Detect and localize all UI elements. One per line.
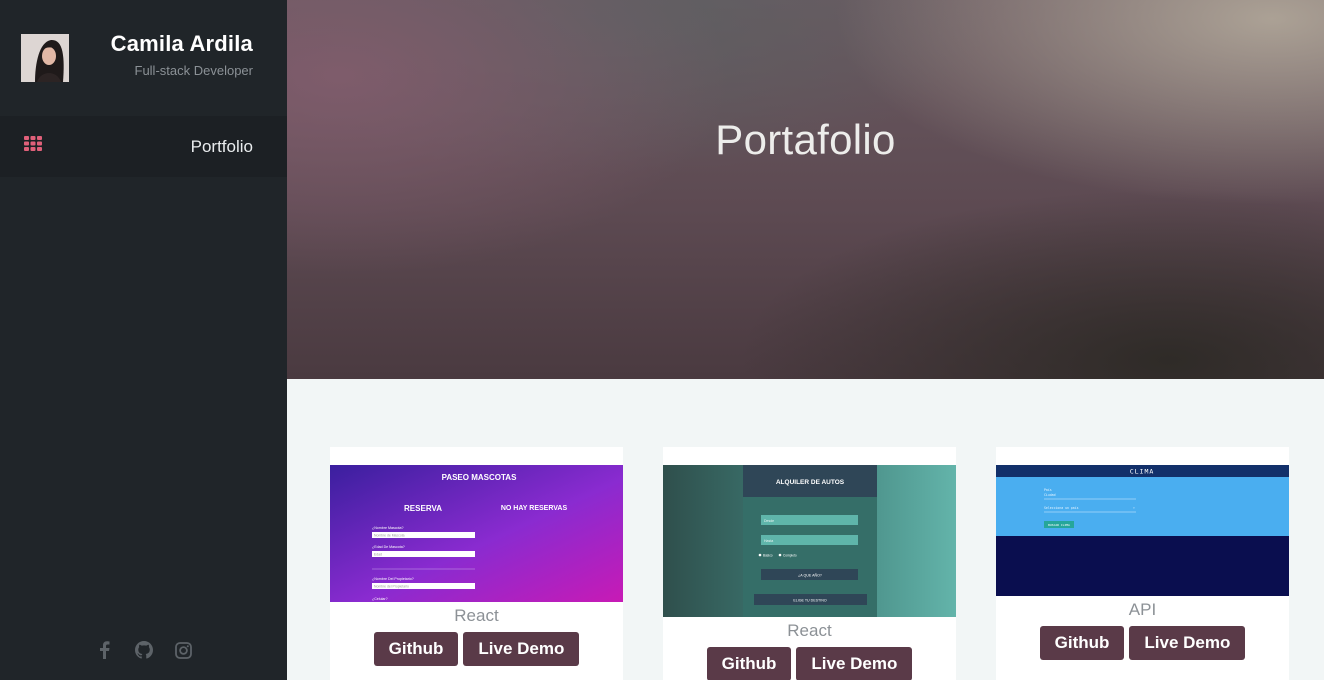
thumb-primary-button: ¿A QUE AÑO? (798, 573, 822, 578)
profile-header: Camila Ardila Full-stack Developer (0, 0, 287, 115)
live-demo-button[interactable]: Live Demo (1129, 626, 1246, 660)
svg-text:▾: ▾ (1133, 506, 1135, 510)
thumb-field-label: ¿Nombre Mascota? (372, 526, 404, 530)
thumb-button: BUSCAR CLIMA (1048, 523, 1070, 527)
project-actions: Github Live Demo (330, 632, 623, 666)
thumb-right-heading: NO HAY RESERVAS (501, 505, 568, 512)
github-button[interactable]: Github (1039, 626, 1125, 660)
thumb-field-label: ¿Celular? (372, 597, 388, 601)
thumb-field-placeholder: Nombre de Mascota (374, 534, 405, 538)
project-card: PASEO MASCOTAS RESERVA NO HAY RESERVAS ¿… (330, 447, 623, 680)
thumb-secondary-button: ELIGE TU DESTINO (793, 599, 826, 603)
thumb-field-label: ¿Nombre Del Propietario? (372, 577, 414, 581)
project-actions: Github Live Demo (663, 647, 956, 680)
project-tech: React (787, 621, 832, 640)
sidebar-item-label: Portfolio (190, 137, 253, 156)
instagram-icon[interactable] (175, 641, 193, 659)
live-demo-button[interactable]: Live Demo (463, 632, 580, 666)
sidebar-item-portfolio[interactable]: Portfolio (0, 116, 287, 177)
project-actions: Github Live Demo (996, 626, 1289, 660)
project-card: CLIMA País Ciudad Selecciona un país ▾ B… (996, 447, 1289, 680)
project-thumbnail[interactable]: PASEO MASCOTAS RESERVA NO HAY RESERVAS ¿… (330, 465, 623, 602)
thumb-field-label: ¿Edad De Mascota? (372, 545, 405, 549)
project-thumbnail[interactable]: ALQUILER DE AUTOS Desde Hasta Básico Com… (663, 465, 956, 617)
thumb-title: CLIMA (1130, 468, 1155, 476)
project-tech: API (1128, 600, 1157, 619)
thumb-radio-label: Básico (763, 554, 773, 558)
thumb-title: PASEO MASCOTAS (442, 473, 517, 482)
page-title: Portafolio (715, 116, 896, 163)
github-button[interactable]: Github (706, 647, 792, 680)
social-links (0, 641, 287, 663)
thumb-field-placeholder: Edad (374, 553, 382, 557)
facebook-icon[interactable] (95, 641, 113, 659)
sidebar: Camila Ardila Full-stack Developer Portf… (0, 0, 287, 680)
github-button[interactable]: Github (373, 632, 459, 666)
project-card: ALQUILER DE AUTOS Desde Hasta Básico Com… (663, 447, 956, 680)
thumb-left-heading: RESERVA (404, 504, 442, 513)
hero-banner: Portafolio (287, 0, 1324, 379)
profile-role: Full-stack Developer (134, 63, 254, 78)
profile-name: Camila Ardila (110, 31, 253, 56)
thumb-field-value: Ciudad (1044, 493, 1056, 497)
thumb-field-placeholder: Hasta (764, 539, 773, 543)
thumb-field-placeholder: Nombre del Propietario (374, 585, 409, 589)
avatar (21, 34, 69, 82)
thumb-title: ALQUILER DE AUTOS (776, 479, 845, 486)
grid-icon (24, 136, 42, 151)
project-tech: React (454, 606, 499, 625)
project-thumbnail[interactable]: CLIMA País Ciudad Selecciona un país ▾ B… (996, 465, 1289, 596)
thumb-radio-label: Completo (783, 554, 797, 558)
thumb-select-value: Selecciona un país (1044, 506, 1079, 510)
live-demo-button[interactable]: Live Demo (796, 647, 913, 680)
thumb-field-placeholder: Desde (764, 519, 774, 523)
thumb-field-label: País (1044, 488, 1052, 492)
github-icon[interactable] (134, 641, 153, 659)
